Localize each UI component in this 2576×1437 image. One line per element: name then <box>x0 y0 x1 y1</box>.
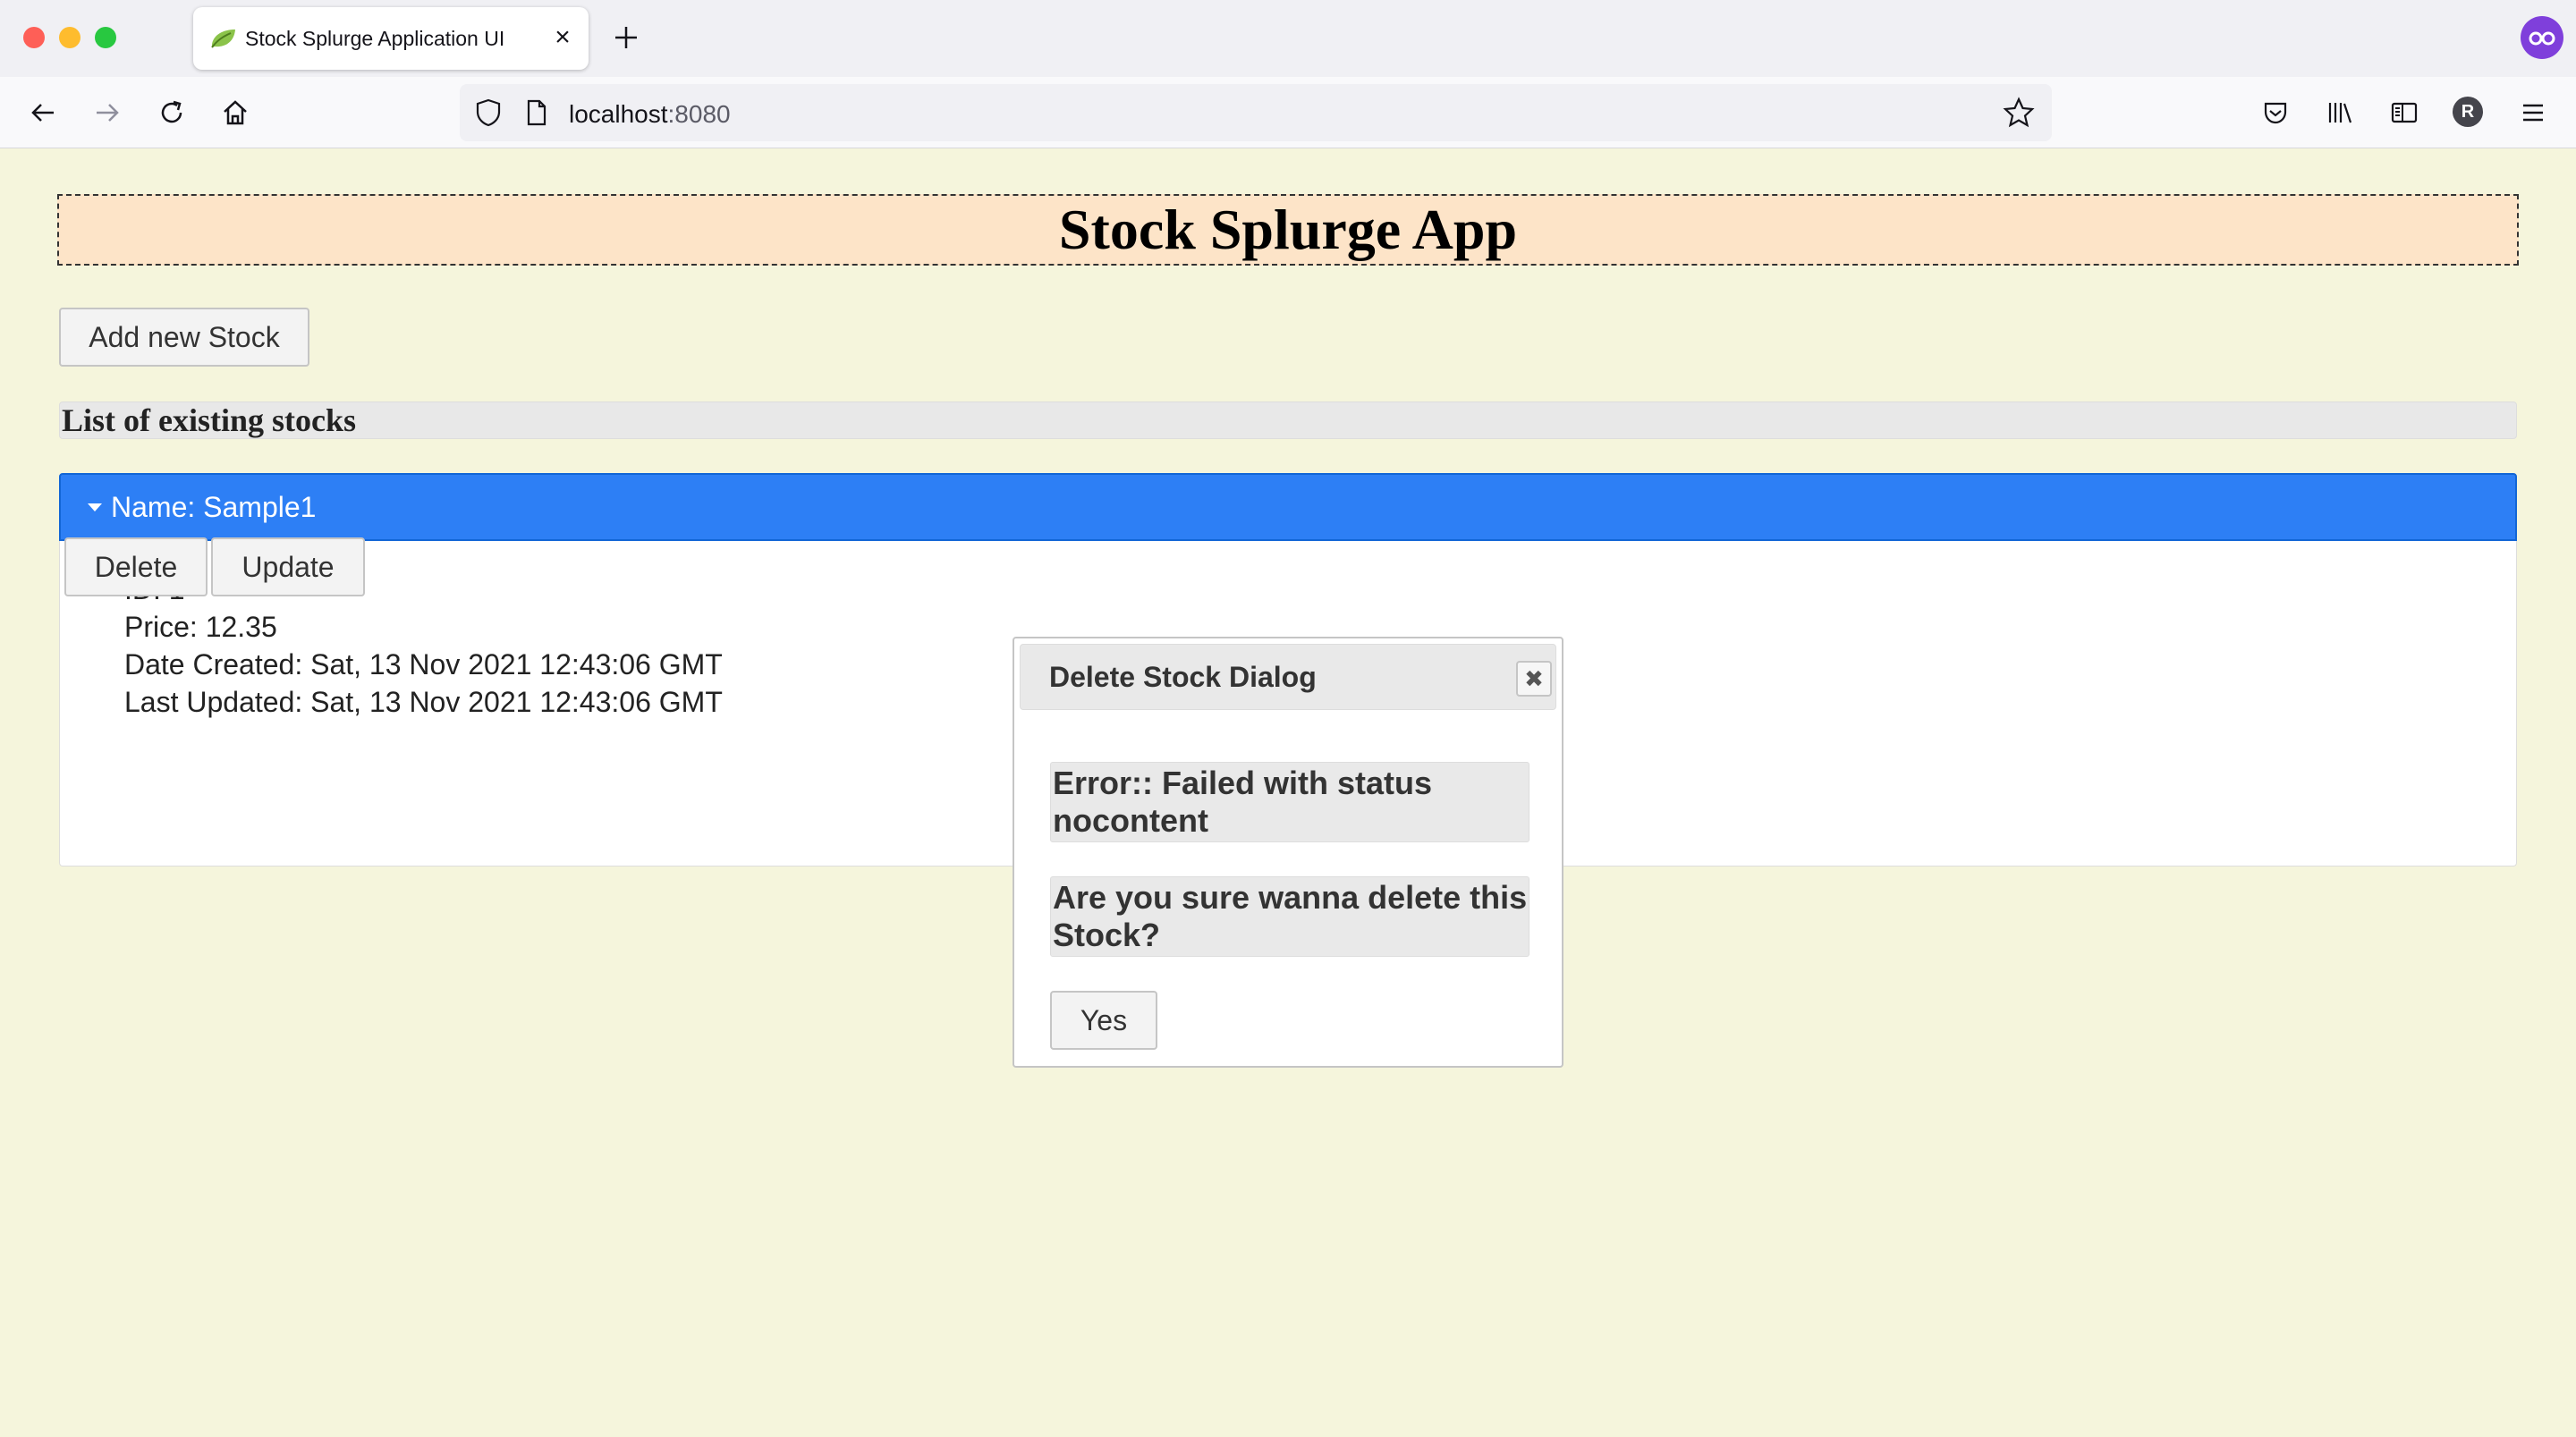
star-icon[interactable] <box>2002 96 2036 130</box>
dialog-error-message: Error:: Failed with status nocontent <box>1050 762 1530 842</box>
browser-nav-bar: localhost:8080 R <box>0 77 2576 148</box>
reload-icon[interactable] <box>156 97 188 129</box>
tab-title: Stock Splurge Application UI <box>245 27 505 50</box>
delete-stock-button[interactable]: Delete <box>64 537 208 596</box>
shield-icon[interactable] <box>472 97 504 129</box>
page-title: Stock Splurge App <box>1058 198 1518 261</box>
home-icon[interactable] <box>219 97 251 129</box>
url-host: localhost <box>569 100 668 128</box>
tab-close-icon[interactable]: × <box>547 22 578 53</box>
url-port: :8080 <box>667 100 731 128</box>
library-icon[interactable] <box>2324 97 2356 129</box>
stock-price: Price: 12.35 <box>124 611 277 643</box>
profile-avatar[interactable]: R <box>2453 97 2483 127</box>
arrow-left-icon[interactable] <box>27 97 59 129</box>
page-icon[interactable] <box>521 97 553 129</box>
dialog-confirm-message: Are you sure wanna delete this Stock? <box>1050 876 1530 957</box>
hamburger-menu-icon[interactable] <box>2517 97 2549 129</box>
update-stock-button[interactable]: Update <box>211 537 365 596</box>
browser-tab-bar: Stock Splurge Application UI × <box>0 0 2576 77</box>
spring-leaf-icon <box>211 30 235 48</box>
pocket-icon[interactable] <box>2259 97 2292 129</box>
stock-name: Name: Sample1 <box>111 491 317 523</box>
page-content: Stock Splurge App Add new Stock List of … <box>0 149 2576 1437</box>
dialog-title: Delete Stock Dialog <box>1049 661 1317 693</box>
stock-accordion-header[interactable]: Name: Sample1 <box>59 473 2517 541</box>
stock-list-heading: List of existing stocks <box>59 402 2517 439</box>
window-zoom-button[interactable] <box>95 27 116 48</box>
url-text[interactable]: localhost:8080 <box>569 100 731 129</box>
dialog-titlebar[interactable]: Delete Stock Dialog ✖ <box>1020 644 1556 710</box>
private-mask-icon[interactable] <box>2521 16 2563 59</box>
app-header: Stock Splurge App <box>57 194 2519 266</box>
delete-stock-dialog: Delete Stock Dialog ✖ Error:: Failed wit… <box>1013 637 1563 1068</box>
confirm-yes-button[interactable]: Yes <box>1050 991 1157 1050</box>
address-bar[interactable]: localhost:8080 <box>460 84 2052 141</box>
sidebar-icon[interactable] <box>2388 97 2420 129</box>
dialog-close-icon[interactable]: ✖ <box>1516 661 1552 697</box>
caret-down-icon <box>88 503 102 511</box>
new-tab-icon[interactable] <box>608 20 644 55</box>
arrow-right-icon[interactable] <box>91 97 123 129</box>
window-minimize-button[interactable] <box>59 27 80 48</box>
add-new-stock-button[interactable]: Add new Stock <box>59 308 309 367</box>
stock-date-created: Date Created: Sat, 13 Nov 2021 12:43:06 … <box>124 648 723 680</box>
stock-last-updated: Last Updated: Sat, 13 Nov 2021 12:43:06 … <box>124 686 723 718</box>
window-close-button[interactable] <box>23 27 45 48</box>
browser-tab[interactable]: Stock Splurge Application UI × <box>193 7 589 70</box>
